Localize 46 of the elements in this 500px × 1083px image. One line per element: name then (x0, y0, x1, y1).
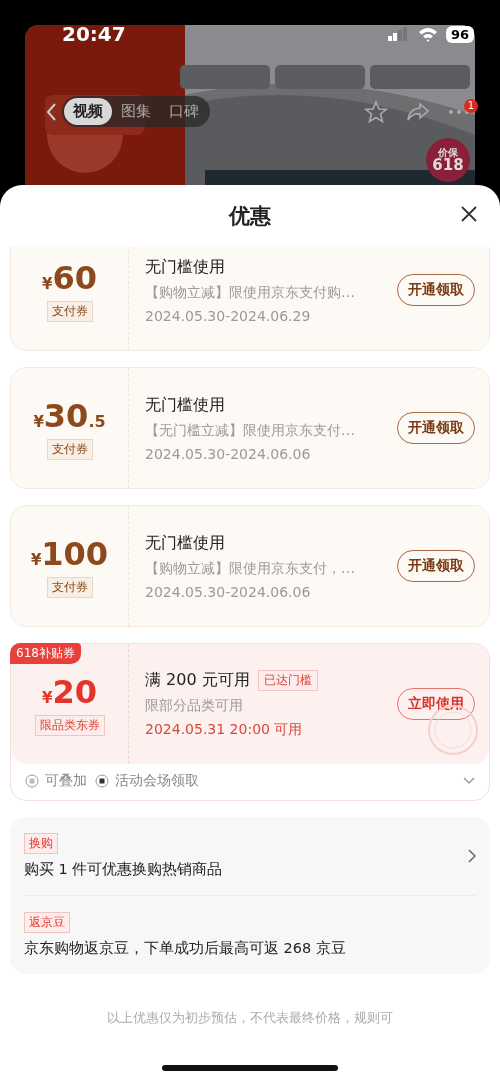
chevron-down-icon[interactable] (463, 777, 475, 785)
stack-icon (25, 774, 39, 788)
coupon-type-tag: 支付券 (46, 300, 93, 322)
coupon-title: 无门槛使用 (145, 532, 225, 554)
coupon-amount: ¥60 (42, 258, 97, 297)
share-icon[interactable] (406, 101, 430, 122)
coupon-description: 【无门槛立减】限使用京东支付… (145, 421, 356, 440)
promotion-tag: 返京豆 (24, 912, 70, 933)
sheet-title: 优惠 (229, 203, 271, 230)
media-tab[interactable]: 视频 (64, 98, 112, 125)
coupon-type-tag: 支付券 (46, 576, 93, 598)
media-tab[interactable]: 口碑 (160, 98, 208, 125)
coupon-description: 限部分品类可用 (145, 696, 244, 715)
coupon-title: 满 200 元可用 (145, 669, 250, 691)
star-icon[interactable] (364, 99, 388, 124)
coupon-amount: ¥20 (42, 672, 97, 711)
coupon-date: 2024.05.30-2024.06.06 (145, 445, 312, 462)
coupon-date: 2024.05.30-2024.06.06 (145, 583, 312, 600)
coupon-title: 无门槛使用 (145, 394, 225, 416)
coupon-amount: ¥100 (30, 534, 109, 573)
chevron-right-icon[interactable] (468, 849, 476, 863)
venue-icon (95, 774, 109, 788)
coupon-description: 【购物立减】限使用京东支付购… (145, 283, 356, 302)
promotion-tag: 换购 (24, 833, 58, 854)
wifi-icon (417, 26, 438, 42)
badge-number: 618 (432, 157, 464, 173)
coupon-description: 【购物立减】限使用京东支付，… (145, 559, 356, 578)
status-time: 20:47 (62, 22, 127, 46)
badge-label: 价保 (438, 147, 458, 158)
promotion-text: 京东购物返京豆，下单成功后最高可返 268 京豆 (24, 939, 346, 958)
subsidy-tag: 618补贴券 (10, 643, 81, 664)
signal-icon (387, 27, 408, 41)
media-tab[interactable]: 图集 (112, 98, 160, 125)
promotion-text: 购买 1 件可优惠换购热销商品 (24, 860, 223, 879)
coupon-amount: ¥30.5 (33, 396, 106, 435)
disclaimer-text: 以上优惠仅为初步预估，不代表最终价格，规则可 (106, 1010, 394, 1027)
back-icon[interactable] (46, 101, 56, 122)
coupon-date: 2024.05.31 20:00 可用 (145, 720, 304, 739)
threshold-tag: 已达门槛 (257, 669, 318, 691)
coupon-date: 2024.05.30-2024.06.29 (145, 307, 312, 324)
close-icon[interactable] (460, 205, 478, 223)
coupon-feature: 可叠加 (45, 772, 87, 790)
coupon-type-tag: 支付券 (46, 438, 93, 460)
coupon-title: 无门槛使用 (145, 256, 225, 278)
coupon-type-tag: 限品类东券 (34, 714, 105, 736)
coupon-feature: 活动会场领取 (115, 772, 199, 790)
